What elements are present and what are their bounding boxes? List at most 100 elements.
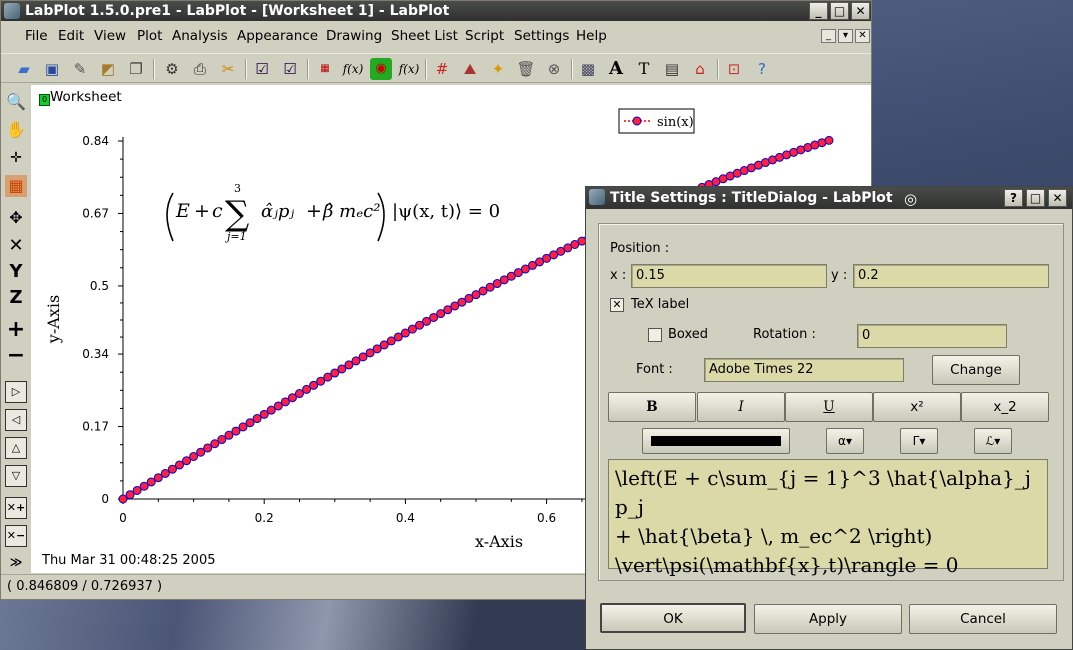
function-3d-icon[interactable]: f(x)	[398, 58, 420, 80]
toolbar-separator	[717, 59, 719, 79]
rect-icon[interactable]: ⊡	[723, 58, 745, 80]
underline-button[interactable]: U	[785, 392, 873, 422]
menu-settings[interactable]: Settings	[514, 28, 569, 44]
menu-appearance[interactable]: Appearance	[237, 28, 318, 44]
more-tools-icon[interactable]: ≫	[5, 551, 27, 573]
labplot-app-icon	[4, 3, 20, 19]
zoom-out-icon[interactable]: −	[5, 345, 27, 367]
print-preview-icon[interactable]: ✎	[69, 58, 91, 80]
dialog-titlebar[interactable]: Title Settings : TitleDialog - LabPlot ◎…	[586, 187, 1072, 209]
title-settings-dialog: Title Settings : TitleDialog - LabPlot ◎…	[585, 186, 1073, 650]
tex-title-formula[interactable]: E + c ∑ 3 j=1 α̂ⱼpⱼ + β̂ mₑc² |ψ(x, t)⟩ …	[166, 182, 500, 243]
apply-button[interactable]: Apply	[754, 604, 902, 634]
copy-icon[interactable]: ❐	[125, 58, 147, 80]
boxed-checkbox[interactable]	[648, 328, 662, 342]
x-tick-label: 0.4	[396, 511, 415, 525]
scale-x-minus-icon[interactable]: ✕−	[5, 525, 27, 547]
menu-sheet-list[interactable]: Sheet List	[391, 28, 458, 44]
legend[interactable]: sin(x)	[618, 108, 695, 134]
shift-right-icon[interactable]: ▷	[5, 381, 27, 403]
tex-label-text: TeX label	[631, 297, 690, 312]
shift-down-icon[interactable]: ▽	[5, 465, 27, 487]
menu-view[interactable]: View	[94, 28, 126, 44]
scale-x-plus-icon[interactable]: ✕+	[5, 497, 27, 519]
ok-button[interactable]: OK	[600, 603, 746, 633]
menu-file[interactable]: File	[25, 28, 48, 44]
dialog-close-button[interactable]: ✕	[1048, 189, 1067, 207]
mdi-close-button[interactable]: ✕	[855, 29, 870, 43]
menu-script[interactable]: Script	[465, 28, 504, 44]
tex-label-checkbox[interactable]: ✕	[610, 298, 624, 312]
help-icon[interactable]: ?	[751, 58, 773, 80]
building-icon[interactable]: ⌂	[689, 58, 711, 80]
export-icon[interactable]: ◩	[97, 58, 119, 80]
crosshair-icon[interactable]: ✛	[5, 147, 27, 169]
menu-help[interactable]: Help	[576, 28, 607, 44]
close-button[interactable]: ✕	[851, 2, 870, 20]
toolbar-separator	[245, 59, 247, 79]
maximize-button[interactable]: □	[830, 2, 849, 20]
rotation-input[interactable]: 0	[857, 324, 1007, 348]
function-icon[interactable]: f(x)	[342, 58, 364, 80]
menu-analysis[interactable]: Analysis	[172, 28, 228, 44]
dialog-maximize-button[interactable]: □	[1026, 189, 1045, 207]
shift-left-icon[interactable]: ◁	[5, 409, 27, 431]
formula-left-paren	[166, 192, 174, 242]
cancel-button[interactable]: Cancel	[909, 604, 1057, 634]
y-position-input[interactable]: 0.2	[853, 264, 1049, 288]
toolbar-separator	[153, 59, 155, 79]
subscript-button[interactable]: x_2	[961, 392, 1049, 422]
zoom-in-icon[interactable]: +	[5, 319, 27, 341]
greek-lower-button[interactable]: α▾	[826, 428, 864, 454]
greek-upper-button[interactable]: Γ▾	[900, 428, 938, 454]
move-icon[interactable]: ✥	[5, 207, 27, 229]
data-point	[160, 468, 170, 478]
x-position-input[interactable]: 0.15	[631, 264, 827, 288]
shift-up-icon[interactable]: △	[5, 437, 27, 459]
trash-icon[interactable]: 🗑	[515, 58, 537, 80]
rocket-icon[interactable]: ⛰	[459, 58, 481, 80]
x-axis-icon[interactable]: ✕	[5, 235, 27, 257]
italic-button[interactable]: I	[697, 392, 785, 422]
font-label: Font :	[636, 362, 673, 377]
open-folder-icon[interactable]: ▰	[13, 58, 35, 80]
save-icon[interactable]: ▣	[41, 58, 63, 80]
data-icon[interactable]: ▦	[314, 58, 336, 80]
symbol-misc-button[interactable]: ℒ▾	[974, 428, 1012, 454]
grid-icon[interactable]: #	[431, 58, 453, 80]
cut-icon[interactable]: ✂	[217, 58, 239, 80]
menu-drawing[interactable]: Drawing	[326, 28, 382, 44]
color-button[interactable]	[642, 428, 790, 454]
change-font-button[interactable]: Change	[932, 355, 1020, 385]
zoom-icon[interactable]: 🔍	[5, 91, 27, 113]
close-icon[interactable]: ⊗	[543, 58, 565, 80]
mdi-restore-button[interactable]: ▾	[838, 29, 853, 43]
mask-icon[interactable]: ▦	[5, 175, 27, 197]
note-icon[interactable]: ▤	[661, 58, 683, 80]
y-axis-icon[interactable]: Y	[5, 261, 27, 283]
y-axis-label: y-Axis	[44, 295, 63, 344]
text-bold-icon[interactable]: A	[605, 58, 627, 80]
plot-2d-alt-icon[interactable]: ☑	[279, 58, 301, 80]
z-axis-icon[interactable]: Z	[5, 287, 27, 309]
spiral-icon[interactable]: ◎	[904, 188, 917, 210]
menu-plot[interactable]: Plot	[137, 28, 162, 44]
text-icon[interactable]: T	[633, 58, 655, 80]
menu-edit[interactable]: Edit	[58, 28, 84, 44]
mdi-minimize-button[interactable]: _	[821, 29, 836, 43]
tex-source-editor[interactable]: \left(E + c\sum_{j = 1}^3 \hat{\alpha}_j…	[608, 459, 1048, 577]
dialog-help-button[interactable]: ?	[1004, 189, 1023, 207]
image-icon[interactable]: ▩	[577, 58, 599, 80]
minimize-button[interactable]: _	[809, 2, 828, 20]
plot-2d-icon[interactable]: ☑	[251, 58, 273, 80]
printer-icon[interactable]: ⎙	[189, 58, 211, 80]
surface-icon[interactable]: ◉	[370, 58, 392, 80]
legend-marker	[632, 116, 642, 126]
data-point	[153, 473, 163, 483]
bold-button[interactable]: B	[608, 392, 696, 422]
hand-icon[interactable]: ✋	[5, 119, 27, 141]
shape-icon[interactable]: ✦	[487, 58, 509, 80]
settings-icon[interactable]: ⚙	[161, 58, 183, 80]
superscript-button[interactable]: x²	[873, 392, 961, 422]
main-titlebar[interactable]: LabPlot 1.5.0.pre1 - LabPlot - [Workshee…	[1, 1, 871, 21]
